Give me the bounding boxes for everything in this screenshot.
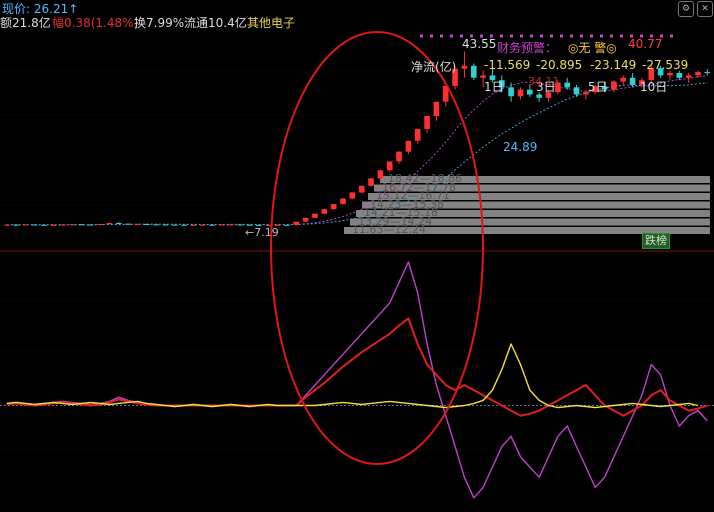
candle-body-32 xyxy=(302,217,309,222)
candle-body-74 xyxy=(695,72,701,76)
candle-body-7 xyxy=(69,224,75,226)
period-10d: 10日 xyxy=(640,80,668,94)
candle-body-38 xyxy=(358,185,365,193)
candle-body-45 xyxy=(424,116,430,129)
candle-body-16 xyxy=(153,224,159,226)
candle-body-42 xyxy=(396,151,402,162)
candle-body-11 xyxy=(106,223,113,224)
candle-body-46 xyxy=(433,101,440,116)
candle-body-24 xyxy=(228,224,234,226)
candle-body-34 xyxy=(321,209,328,214)
candle-body-61 xyxy=(573,87,580,95)
net-flow-5: -23.149 xyxy=(590,58,637,72)
candle-body-43 xyxy=(405,140,412,152)
warning-value: ◎无 警◎ xyxy=(568,41,617,55)
candle-body-14 xyxy=(134,224,141,225)
candle-body-3 xyxy=(31,224,38,226)
candle-body-19 xyxy=(181,224,187,226)
candle-body-36 xyxy=(340,198,346,204)
mid-price-label: 34.11 xyxy=(528,75,560,88)
candle-body-8 xyxy=(78,224,85,226)
candle-body-33 xyxy=(312,213,318,218)
base-price-label: ←7.19 xyxy=(245,226,279,239)
candle-body-15 xyxy=(144,224,150,225)
candle-body-1 xyxy=(13,224,19,226)
candle-body-56 xyxy=(527,89,533,95)
candle-body-30 xyxy=(284,224,290,226)
candle-body-65 xyxy=(611,81,617,90)
net-flow-1: -11.569 xyxy=(484,58,531,72)
candle-body-60 xyxy=(564,82,570,88)
candle-body-13 xyxy=(125,223,131,225)
candle-body-18 xyxy=(172,224,178,226)
candle-body-67 xyxy=(629,77,636,85)
candle-body-41 xyxy=(386,161,393,171)
ranking-badge[interactable]: 跌榜 xyxy=(642,233,670,249)
period-5d: 5日 xyxy=(588,80,608,94)
candle-body-6 xyxy=(59,224,66,226)
candle-body-9 xyxy=(87,224,94,226)
candle-body-37 xyxy=(349,192,356,199)
candle-body-66 xyxy=(620,77,626,82)
candle-body-71 xyxy=(667,73,673,76)
candle-body-12 xyxy=(116,223,122,224)
candle-body-39 xyxy=(368,178,374,186)
candle-body-20 xyxy=(190,224,197,226)
candle-body-5 xyxy=(50,224,57,226)
stock-chart xyxy=(0,31,714,499)
candle-body-10 xyxy=(97,224,103,225)
low-price-label: 24.89 xyxy=(503,140,538,154)
chip-label-6: 11.63—12.24 xyxy=(352,223,426,236)
candle-body-25 xyxy=(237,224,243,226)
period-1d: 1日 xyxy=(484,80,504,94)
candle-body-21 xyxy=(200,224,206,226)
candle-body-49 xyxy=(461,65,468,69)
indicator-series-2 xyxy=(6,343,699,409)
candle-body-55 xyxy=(517,89,524,97)
net-flow-3: -20.895 xyxy=(536,58,583,72)
candle-body-50 xyxy=(471,65,477,78)
right-price-label: 40.77 xyxy=(628,37,663,51)
candle-body-44 xyxy=(414,129,421,141)
warning-label: 财务预警： xyxy=(497,41,558,55)
indicator-series-1 xyxy=(6,317,708,417)
candle-body-75 xyxy=(704,72,711,73)
candle-body-35 xyxy=(330,204,337,210)
candle-body-23 xyxy=(218,224,225,226)
high-price-label: 43.55 xyxy=(462,37,497,51)
candle-body-54 xyxy=(508,87,514,97)
candle-body-31 xyxy=(293,221,300,225)
candle-body-73 xyxy=(685,75,692,78)
candle-body-2 xyxy=(22,224,29,226)
grid-lines xyxy=(0,69,714,451)
indicator-series-0 xyxy=(6,261,708,499)
candle-body-40 xyxy=(377,170,384,179)
candle-body-17 xyxy=(162,224,169,226)
candle-body-4 xyxy=(41,224,47,226)
candle-body-22 xyxy=(209,224,215,226)
candle-body-72 xyxy=(676,73,683,78)
indicator-lines xyxy=(6,261,708,499)
net-flow-10: -27.539 xyxy=(642,58,689,72)
net-flow-label: 净流(亿) xyxy=(411,60,457,74)
candle-body-0 xyxy=(3,224,10,226)
